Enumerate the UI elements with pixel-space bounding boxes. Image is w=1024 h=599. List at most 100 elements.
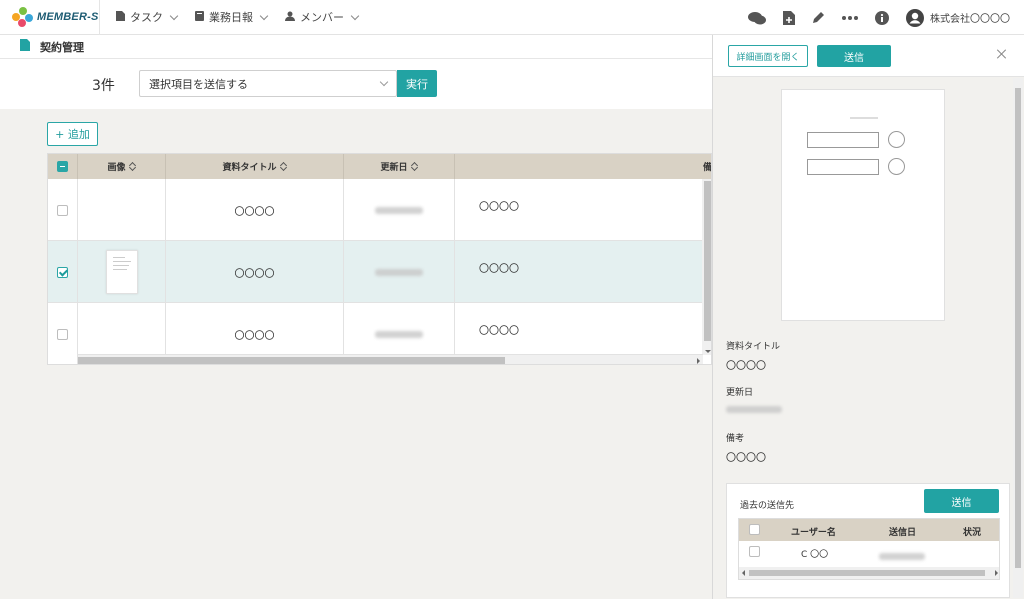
add-button[interactable]: + 追加 [47, 122, 98, 146]
table-row[interactable]: 〇〇〇〇 〇〇〇〇 [48, 179, 711, 241]
title-cell: 〇〇〇〇 [166, 179, 344, 241]
history-table-header: ユーザー名 送信日 状況 [739, 519, 999, 541]
column-header-updated[interactable]: 更新日 [344, 154, 455, 179]
redacted-date [375, 206, 423, 214]
history-user: C 〇〇 [801, 550, 829, 560]
preview-heading-line [850, 117, 878, 119]
row-checkbox[interactable] [57, 204, 68, 216]
pencil-icon[interactable] [812, 11, 825, 24]
preview-field-box [807, 159, 879, 175]
redacted-date [375, 268, 423, 276]
column-header-user[interactable]: ユーザー名 [791, 525, 836, 538]
field-label-title: 資料タイトル [726, 342, 781, 352]
scroll-right-arrow-icon[interactable] [697, 358, 700, 364]
bulk-action-select[interactable]: 選択項目を送信する [139, 70, 397, 97]
preview-circle [888, 158, 905, 175]
send-button[interactable]: 送信 [817, 45, 891, 67]
scrollbar-thumb[interactable] [78, 357, 505, 364]
select-all-checkbox[interactable] [57, 161, 68, 172]
main-nav: タスク 業務日報 メンバー [116, 9, 376, 25]
page-title: 契約管理 [40, 40, 84, 54]
chat-icon[interactable] [748, 11, 766, 25]
nav-item-task[interactable]: タスク [116, 9, 179, 25]
document-thumbnail[interactable] [105, 250, 138, 294]
breadcrumb: 契約管理 [0, 35, 712, 59]
row-select-cell [48, 303, 78, 364]
item-count: 3件 [92, 78, 115, 94]
detail-panel: 詳細画面を開く 送信 資料タイトル 〇〇〇〇 更新日 備考 〇〇〇〇 過去の送信… [712, 35, 1024, 599]
row-select-cell [48, 241, 78, 303]
nav-item-member[interactable]: メンバー [285, 9, 360, 25]
row-checkbox[interactable] [57, 328, 68, 340]
sort-icon [130, 162, 136, 171]
company-name[interactable]: 株式会社〇〇〇〇 [930, 10, 1010, 25]
preview-circle [888, 131, 905, 148]
document-preview[interactable] [781, 89, 945, 321]
document-icon [116, 10, 125, 24]
scroll-left-arrow-icon[interactable] [742, 570, 745, 576]
info-icon[interactable] [875, 10, 889, 25]
nav-item-label: メンバー [300, 11, 344, 24]
table-horizontal-scrollbar[interactable] [78, 354, 703, 364]
sort-icon [281, 162, 287, 171]
field-label-updated: 更新日 [726, 388, 754, 398]
table-vertical-scrollbar[interactable] [702, 179, 711, 355]
history-horizontal-scrollbar[interactable] [739, 567, 999, 579]
column-label: 備考 [702, 163, 712, 173]
sort-icon [412, 162, 418, 171]
scroll-right-arrow-icon[interactable] [995, 570, 998, 576]
more-icon[interactable] [842, 15, 858, 20]
column-header-image[interactable]: 画像 [78, 154, 166, 179]
chevron-down-icon [259, 11, 269, 20]
field-value-updated [726, 405, 782, 416]
file-add-icon[interactable] [783, 10, 795, 25]
history-row[interactable]: C 〇〇 [739, 541, 999, 563]
image-cell [78, 241, 166, 303]
scrollbar-thumb[interactable] [749, 570, 985, 576]
field-value-title: 〇〇〇〇 [726, 361, 766, 372]
send-history-box: 過去の送信先 送信 ユーザー名 送信日 状況 C 〇〇 [726, 483, 1010, 598]
column-header-title[interactable]: 資料タイトル [166, 154, 344, 179]
table-row[interactable]: 〇〇〇〇 〇〇〇〇 [48, 241, 711, 303]
column-label: 画像 [107, 163, 126, 173]
column-header-sent-date[interactable]: 送信日 [889, 525, 916, 538]
redacted-date [726, 406, 782, 413]
scrollbar-thumb[interactable] [1015, 88, 1021, 568]
history-row-checkbox[interactable] [749, 546, 760, 557]
column-header-status[interactable]: 状況 [963, 525, 981, 538]
column-header-note[interactable]: 備考 [455, 154, 712, 179]
logo-mark-icon [12, 7, 34, 27]
person-icon [285, 11, 295, 24]
history-title: 過去の送信先 [740, 501, 795, 511]
book-icon [195, 10, 204, 24]
close-icon[interactable] [996, 48, 1008, 60]
history-send-button[interactable]: 送信 [924, 489, 999, 513]
logo[interactable]: MEMBER-S [0, 0, 100, 35]
top-nav-bar: MEMBER-S タスク 業務日報 メンバー 株式会社〇〇〇〇 [0, 0, 1024, 35]
top-right-actions: 株式会社〇〇〇〇 [731, 0, 1010, 35]
open-detail-button[interactable]: 詳細画面を開く [728, 45, 808, 67]
panel-vertical-scrollbar[interactable] [1013, 78, 1023, 598]
bulk-action-value: 選択項目を送信する [149, 77, 248, 91]
history-select-all-checkbox[interactable] [749, 524, 760, 535]
scroll-down-arrow-icon[interactable] [705, 350, 711, 353]
document-icon [20, 39, 30, 54]
updated-cell [344, 179, 455, 241]
nav-item-daily-report[interactable]: 業務日報 [195, 9, 269, 25]
account-icon[interactable] [906, 8, 924, 27]
preview-field-box [807, 132, 879, 148]
row-select-cell [48, 179, 78, 241]
redacted-date [375, 330, 423, 338]
scrollbar-thumb[interactable] [704, 181, 711, 341]
panel-header: 詳細画面を開く 送信 [713, 35, 1024, 77]
updated-cell [344, 241, 455, 303]
field-label-note: 備考 [726, 434, 745, 444]
chevron-down-icon [350, 11, 360, 20]
contracts-table: 画像 資料タイトル 更新日 備考 〇〇〇〇 〇〇〇〇 〇〇〇〇 〇〇〇〇 〇 [47, 153, 712, 365]
row-checkbox[interactable] [57, 266, 68, 278]
redacted-date [879, 553, 925, 560]
chevron-down-icon [379, 77, 389, 87]
note-cell: 〇〇〇〇 [479, 202, 519, 213]
column-label: 更新日 [380, 163, 408, 173]
run-button[interactable]: 実行 [397, 70, 437, 97]
